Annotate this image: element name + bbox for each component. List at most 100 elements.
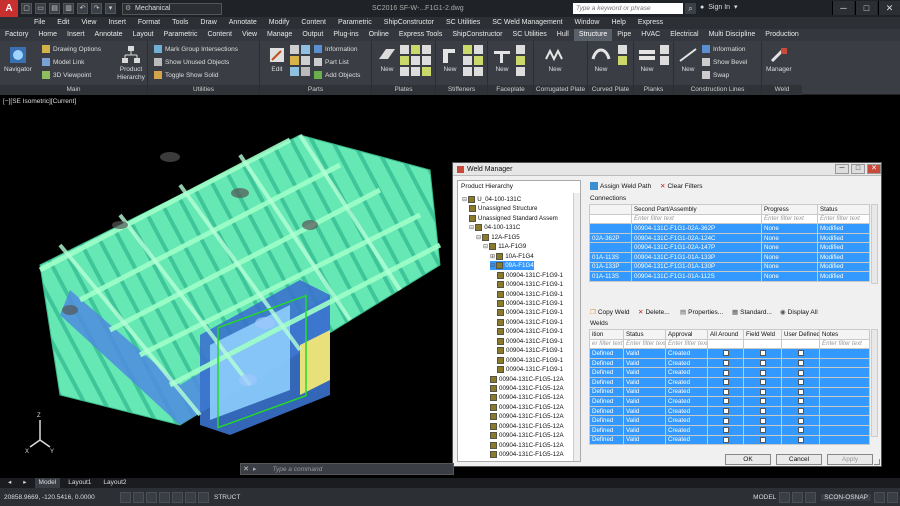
filter-cell[interactable] [781, 338, 820, 350]
checkbox[interactable] [759, 398, 766, 405]
plate-tool-icon[interactable] [400, 45, 409, 54]
menu-content[interactable]: Content [295, 17, 332, 29]
checkbox[interactable] [722, 398, 729, 405]
checkbox[interactable] [722, 427, 729, 434]
menu-help[interactable]: Help [605, 17, 631, 29]
checkbox[interactable] [797, 350, 804, 357]
tree-item[interactable]: 00904-131C-F1G5-12A [490, 403, 564, 412]
weld-standard-button[interactable]: ▦ Standard... [732, 308, 772, 317]
part-tool-icon[interactable] [301, 45, 310, 54]
part-tool-icon[interactable] [290, 67, 299, 76]
checkbox[interactable] [759, 407, 766, 414]
layout-tab-layout2[interactable]: Layout2 [99, 478, 130, 488]
weld-properties-button[interactable]: ▤ Properties... [680, 308, 723, 317]
maximize-button[interactable]: □ [855, 1, 877, 15]
delete-weld-button[interactable]: ✕ Delete... [638, 308, 670, 317]
tab-sc-utilities[interactable]: SC Utilities [508, 29, 552, 41]
viewpoint-button[interactable]: 3D Viewpoint [42, 71, 91, 79]
checkbox[interactable] [797, 407, 804, 414]
checkbox[interactable] [722, 369, 729, 376]
menu-shipconstructor[interactable]: ShipConstructor [378, 17, 440, 29]
faceplate-tool-icon[interactable] [516, 45, 525, 54]
tree-item[interactable]: 00904-131C-F1G5-12A [490, 384, 564, 393]
qat-button[interactable]: ▢ [21, 3, 32, 14]
toggle-solid-button[interactable]: Toggle Show Solid [154, 71, 218, 79]
tree-item[interactable]: 00904-131C-F1G5-12A [490, 412, 564, 421]
filter-cell[interactable]: Enter filter text [631, 213, 762, 225]
tree-scrollbar[interactable] [573, 193, 580, 461]
checkbox[interactable] [759, 379, 766, 386]
new-plank-button[interactable]: New [636, 45, 658, 74]
collapse-icon[interactable]: ⊟ [462, 195, 467, 204]
qat-button[interactable]: ▾ [105, 3, 116, 14]
column-header[interactable]: Progress [761, 204, 818, 215]
dialog-title-bar[interactable]: Weld Manager ─ □ ✕ [453, 163, 881, 176]
plate-tool-icon[interactable] [400, 56, 409, 65]
menu-draw[interactable]: Draw [194, 17, 222, 29]
menu-window[interactable]: Window [569, 17, 606, 29]
tree-item[interactable]: 00904-131C-F1G9-1 [497, 290, 563, 299]
checkbox[interactable] [759, 369, 766, 376]
table-row[interactable]: Defined Valid Created [589, 415, 870, 426]
apply-button[interactable]: Apply [827, 454, 873, 465]
filter-cell[interactable]: Enter filter text [817, 213, 870, 225]
tree-item[interactable]: Unassigned Standard Assem [469, 214, 558, 223]
table-row[interactable]: Defined Valid Created [589, 357, 870, 369]
tree-item[interactable]: 00904-131C-F1G9-1 [497, 299, 563, 308]
copy-weld-button[interactable]: ❐ Copy Weld [590, 308, 630, 317]
checkbox[interactable] [722, 407, 729, 414]
plate-tool-icon[interactable] [400, 67, 409, 76]
table-row[interactable]: Defined Valid Created [589, 434, 870, 446]
new-stiffener-button[interactable]: New [439, 45, 461, 74]
minimize-button[interactable]: ─ [832, 1, 854, 15]
checkbox[interactable] [759, 388, 766, 395]
column-header[interactable]: Approval [665, 329, 708, 340]
tree-item[interactable]: 00904-131C-F1G5-12A [490, 450, 564, 459]
tab-manage[interactable]: Manage [262, 29, 297, 41]
checkbox[interactable] [797, 398, 804, 405]
tree-item[interactable]: 00904-131C-F1G9-1 [497, 365, 563, 374]
part-tool-icon[interactable] [301, 67, 310, 76]
snap-icon[interactable] [133, 491, 144, 503]
table-row[interactable]: Defined Valid Created [589, 424, 870, 436]
new-construction-button[interactable]: New [677, 45, 699, 74]
clear-filters-button[interactable]: ✕ Clear Filters [660, 182, 703, 191]
ortho-icon[interactable] [146, 491, 157, 503]
qat-button[interactable]: ↶ [77, 3, 88, 14]
new-curved-button[interactable]: New [590, 45, 612, 74]
tab-shipconstructor[interactable]: ShipConstructor [447, 29, 507, 41]
checkbox[interactable] [797, 436, 804, 443]
tab-annotate[interactable]: Annotate [90, 29, 128, 41]
filter-cell[interactable]: er filter text [589, 338, 624, 350]
table-row[interactable]: Defined Valid Created [589, 396, 870, 407]
table-row[interactable]: Defined Valid Created [589, 367, 870, 378]
lineweight-icon[interactable] [198, 491, 209, 503]
tab-structure[interactable]: Structure [573, 29, 613, 41]
menu-parametric[interactable]: Parametric [332, 17, 378, 29]
faceplate-tool-icon[interactable] [516, 56, 525, 65]
checkbox[interactable] [759, 436, 766, 443]
column-header[interactable]: ition [589, 329, 624, 340]
expand-icon[interactable]: ⊞ [490, 252, 495, 261]
product-hierarchy-button[interactable]: Product Hierarchy [116, 45, 146, 82]
layout-tab-layout1[interactable]: Layout1 [64, 478, 95, 488]
drawing-options-button[interactable]: Drawing Options [42, 45, 101, 53]
collapse-icon[interactable]: ⊟ [469, 223, 474, 232]
qat-button[interactable]: ↷ [91, 3, 102, 14]
checkbox[interactable] [759, 417, 766, 424]
information-button[interactable]: Information [314, 45, 358, 53]
checkbox[interactable] [722, 379, 729, 386]
assign-weld-path-button[interactable]: Assign Weld Path [590, 182, 651, 190]
edit-button[interactable]: Edit [266, 45, 288, 74]
polar-icon[interactable] [159, 491, 170, 503]
tree-item[interactable]: 00904-131C-F1G5-12A [490, 393, 564, 402]
model-link-button[interactable]: Model Link [42, 58, 84, 66]
tree-item[interactable]: 00904-131C-F1G5-12A [490, 422, 564, 431]
welds-scrollbar[interactable] [871, 329, 878, 437]
layout-tab-model[interactable]: Model [34, 478, 61, 488]
tab-parametric[interactable]: Parametric [159, 29, 203, 41]
faceplate-tool-icon[interactable] [516, 67, 525, 76]
plate-tool-icon[interactable] [422, 56, 431, 65]
close-button[interactable]: ✕ [878, 1, 900, 15]
lock-icon[interactable] [874, 491, 885, 503]
